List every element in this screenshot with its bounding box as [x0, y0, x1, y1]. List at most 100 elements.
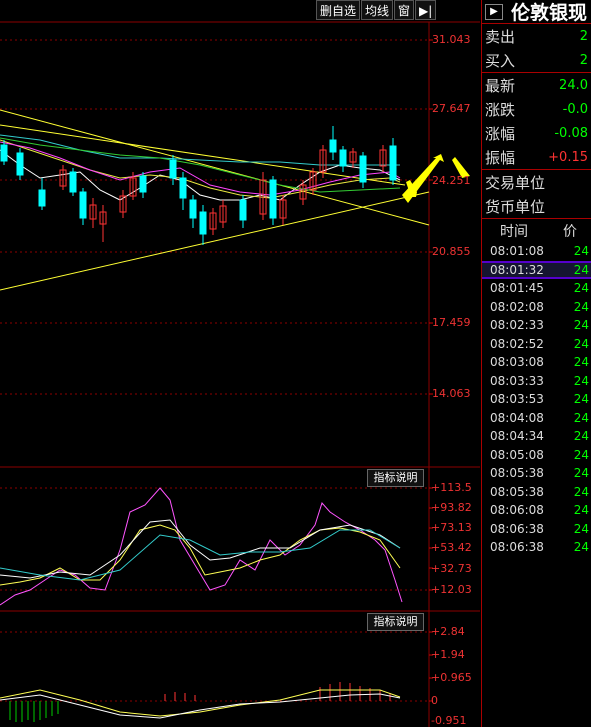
amplitude-row: 振幅 +0.15 — [482, 145, 591, 169]
tick-row[interactable]: 08:06:38 24 — [482, 520, 591, 539]
delete-watchlist-button[interactable]: 删自选 — [316, 0, 361, 20]
tick-time: 08:01:08 — [490, 244, 544, 259]
moving-average-lines — [0, 134, 401, 201]
tick-row[interactable]: 08:05:08 24 — [482, 446, 591, 465]
play-arrow-icon[interactable]: ▶ — [485, 3, 503, 20]
buy-row: 买入 2 — [482, 48, 591, 72]
indicator1-axis-label: +53.42 — [431, 541, 472, 554]
price-axis-ticks — [429, 39, 433, 702]
ind1-yellow — [0, 524, 401, 586]
candle — [359, 152, 367, 188]
indicator1-axis-label: +113.5 — [431, 481, 472, 494]
ascending-trendline — [0, 191, 430, 291]
tick-time: 08:06:38 — [490, 521, 544, 536]
window-button[interactable]: 窗 — [394, 0, 415, 20]
tick-time: 08:05:08 — [490, 447, 544, 462]
tick-price: 24 — [573, 318, 589, 333]
ma-yellow — [0, 139, 401, 199]
tick-row[interactable]: 08:06:08 24 — [482, 501, 591, 520]
sell-row: 卖出 2 — [482, 24, 591, 48]
tick-price: 24 — [573, 540, 589, 555]
tick-row[interactable]: 08:05:38 24 — [482, 483, 591, 502]
tick-time: 08:06:08 — [490, 503, 544, 518]
tick-row[interactable]: 08:01:32 24 — [482, 260, 591, 279]
tick-price: 24 — [573, 466, 589, 481]
candle — [189, 195, 197, 228]
moving-average-button[interactable]: 均线 — [361, 0, 394, 20]
tick-row[interactable]: 08:06:38 24 — [482, 538, 591, 557]
candle — [99, 205, 107, 242]
tick-row[interactable]: 08:02:33 24 — [482, 316, 591, 335]
tick-row[interactable]: 08:03:08 24 — [482, 353, 591, 372]
tick-list-header: 时间 价 — [482, 218, 591, 242]
indicator1-axis-label: +73.13 — [431, 521, 472, 534]
currency-unit-row: 货币单位 — [482, 194, 591, 218]
indicator1-lines — [0, 487, 403, 606]
change-percent-row: 涨幅 -0.08 — [482, 121, 591, 145]
change-value: -0.0 — [562, 101, 588, 117]
candle — [209, 208, 217, 235]
tick-time: 08:01:32 — [490, 262, 544, 277]
latest-quote-group: 最新 24.0 涨跌 -0.0 涨幅 -0.08 振幅 +0.15 — [482, 73, 591, 170]
tick-price: 24 — [573, 429, 589, 444]
indicator2-axis-label: -0.951 — [431, 714, 467, 727]
tick-row[interactable]: 08:01:08 24 — [482, 242, 591, 261]
buy-value: 2 — [579, 52, 588, 68]
indicator1-axis-label: +32.73 — [431, 562, 472, 575]
kline-chart-area[interactable]: 删自选 均线 窗 ▶| 31.043 27.647 24.251 20.855 … — [0, 0, 480, 727]
tick-time: 08:05:38 — [490, 484, 544, 499]
candle — [279, 195, 287, 225]
tick-list[interactable]: 08:01:08 24 08:01:32 24 08:01:45 24 08:02:08 24… — [482, 242, 591, 557]
indicator2-axis-label: 0 — [431, 694, 438, 707]
trade-unit-label: 交易单位 — [485, 173, 546, 192]
candle — [79, 188, 87, 225]
quote-title-bar: ▶ 伦敦银现 — [482, 0, 591, 24]
tick-row[interactable]: 08:02:52 24 — [482, 335, 591, 354]
tick-row[interactable]: 08:02:08 24 — [482, 298, 591, 317]
tick-price: 24 — [573, 410, 589, 425]
tick-row[interactable]: 08:03:33 24 — [482, 372, 591, 391]
tick-price: 24 — [573, 521, 589, 536]
candle — [239, 195, 247, 228]
change-label: 涨跌 — [485, 100, 516, 119]
indicator2-help-button[interactable]: 指标说明 — [367, 613, 424, 631]
amplitude-label: 振幅 — [485, 148, 516, 167]
candle — [389, 138, 397, 185]
candle — [339, 146, 347, 172]
tick-row[interactable]: 08:01:45 24 — [482, 279, 591, 298]
tick-row[interactable]: 08:04:08 24 — [482, 409, 591, 428]
trend-lines — [0, 109, 430, 291]
latest-row: 最新 24.0 — [482, 73, 591, 97]
tick-price: 24 — [573, 281, 589, 296]
change-percent-label: 涨幅 — [485, 124, 516, 143]
tick-price: 24 — [573, 503, 589, 518]
tick-price: 24 — [573, 355, 589, 370]
tick-price: 24 — [573, 336, 589, 351]
candle — [219, 200, 227, 228]
macd-bars — [0, 682, 401, 722]
tick-row[interactable]: 08:05:38 24 — [482, 464, 591, 483]
play-collapse-icon[interactable]: ▶| — [415, 0, 437, 20]
tick-row[interactable]: 08:03:53 24 — [482, 390, 591, 409]
tick-time: 08:02:52 — [490, 336, 544, 351]
candle — [179, 172, 187, 210]
price-axis-label: 17.459 — [432, 316, 471, 329]
price-axis-label: 31.043 — [432, 33, 471, 46]
candle — [38, 178, 46, 210]
amplitude-value: +0.15 — [548, 149, 588, 165]
candle — [199, 205, 207, 245]
latest-label: 最新 — [485, 76, 516, 95]
indicator2-axis-label: +2.84 — [431, 625, 465, 638]
tick-price: 24 — [573, 244, 589, 259]
bid-ask-group: 卖出 2 买入 2 — [482, 24, 591, 73]
tick-time: 08:03:08 — [490, 355, 544, 370]
indicator1-axis-label: +12.03 — [431, 583, 472, 596]
latest-value: 24.0 — [559, 77, 588, 93]
instrument-name: 伦敦银现 — [511, 2, 588, 24]
indicator1-help-button[interactable]: 指标说明 — [367, 469, 424, 487]
tick-price: 24 — [573, 262, 589, 277]
quote-side-panel: ▶ 伦敦银现 卖出 2 买入 2 最新 24.0 涨跌 -0.0 涨幅 -0.0… — [481, 0, 591, 727]
tick-row[interactable]: 08:04:34 24 — [482, 427, 591, 446]
tick-time: 08:02:08 — [490, 299, 544, 314]
candle — [329, 126, 337, 160]
